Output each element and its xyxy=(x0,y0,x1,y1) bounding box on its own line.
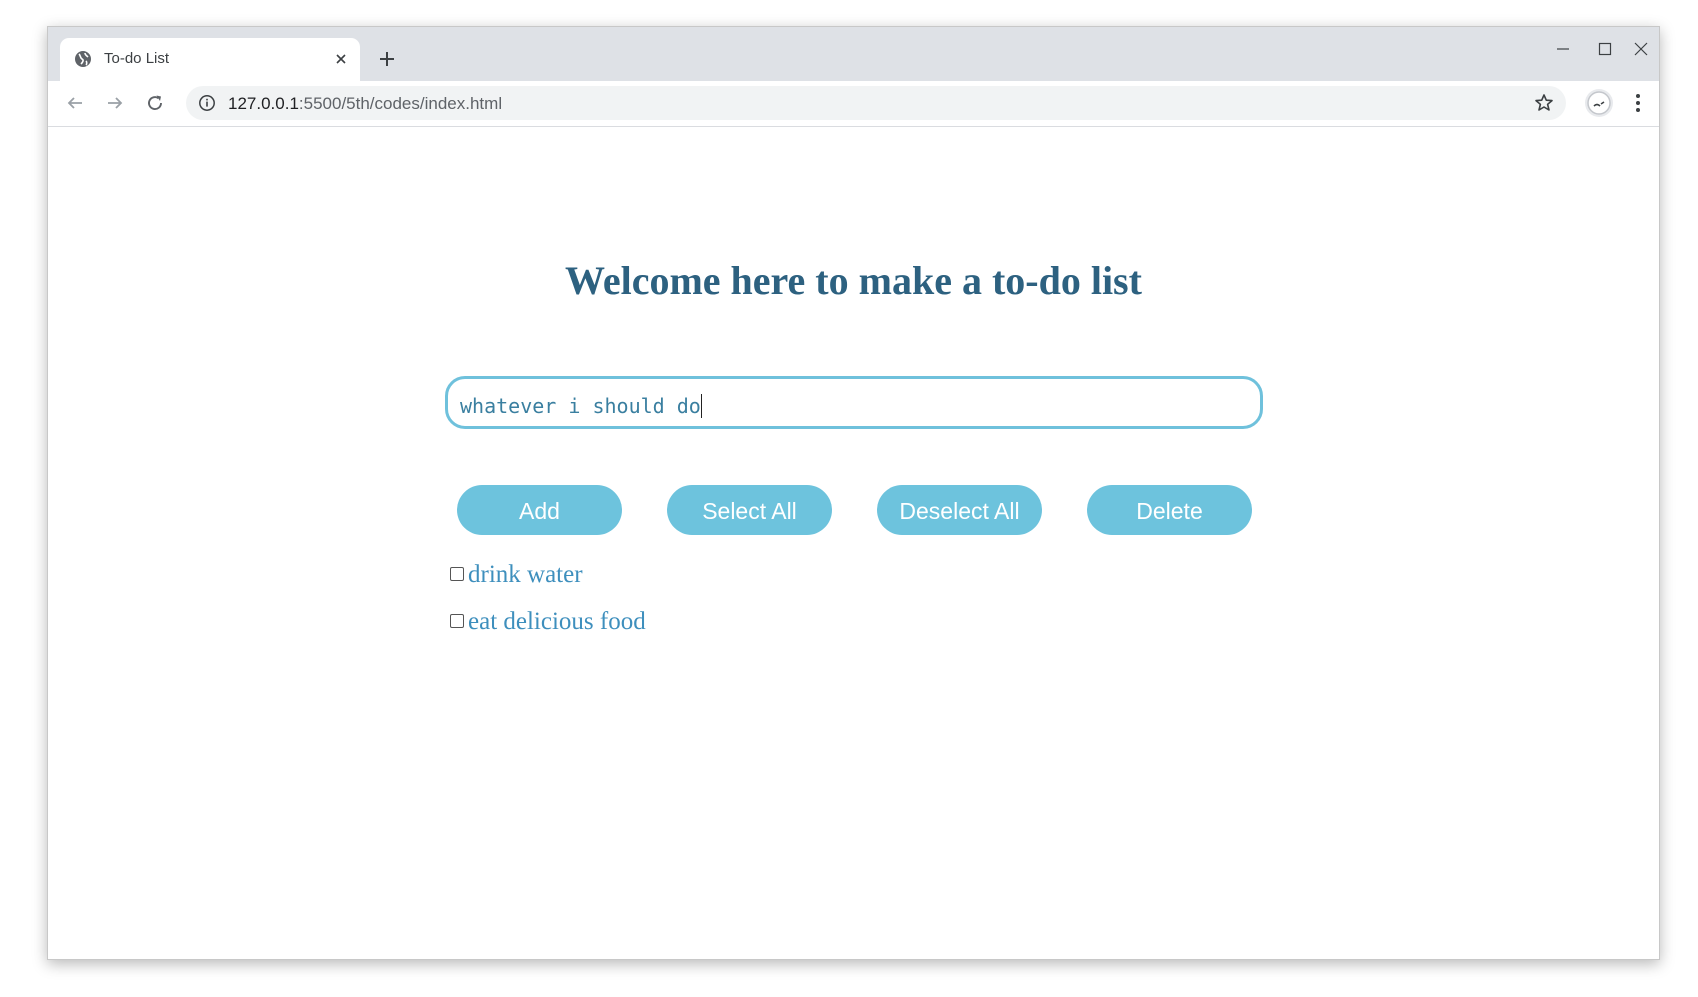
deselect-all-button[interactable]: Deselect All xyxy=(877,485,1042,535)
browser-window: To-do List 127.0.0.1:5500/5th/codes/inde… xyxy=(47,26,1660,960)
todo-checkbox[interactable] xyxy=(450,567,464,581)
url-path: :5500/5th/codes/index.html xyxy=(298,94,503,113)
select-all-button[interactable]: Select All xyxy=(667,485,832,535)
url-text: 127.0.0.1:5500/5th/codes/index.html xyxy=(228,94,502,113)
close-tab-icon[interactable] xyxy=(332,50,350,68)
globe-icon xyxy=(74,50,92,68)
todo-label: drink water xyxy=(468,561,583,588)
new-tab-icon[interactable] xyxy=(376,48,398,70)
delete-button[interactable]: Delete xyxy=(1087,485,1252,535)
close-window-icon[interactable] xyxy=(1626,37,1656,61)
page-viewport: Welcome here to make a to-do list whatev… xyxy=(48,127,1659,959)
info-icon[interactable] xyxy=(198,94,216,112)
browser-toolbar: 127.0.0.1:5500/5th/codes/index.html xyxy=(48,81,1659,127)
todo-input[interactable]: whatever i should do xyxy=(445,376,1263,429)
tab-strip: To-do List xyxy=(48,27,1659,81)
todo-label: eat delicious food xyxy=(468,608,646,635)
page-title: Welcome here to make a to-do list xyxy=(565,258,1142,303)
text-caret xyxy=(700,394,702,418)
todo-input-value: whatever i should do xyxy=(460,394,701,418)
maximize-icon[interactable] xyxy=(1590,37,1620,61)
add-button[interactable]: Add xyxy=(457,485,622,535)
tab-title: To-do List xyxy=(104,50,170,67)
screen: To-do List 127.0.0.1:5500/5th/codes/inde… xyxy=(0,0,1698,997)
resize-handle-icon[interactable] xyxy=(1249,415,1257,423)
profile-avatar-icon[interactable] xyxy=(1585,89,1613,117)
bookmark-star-icon[interactable] xyxy=(1534,93,1554,113)
minimize-icon[interactable] xyxy=(1548,37,1578,61)
more-menu-icon[interactable] xyxy=(1626,91,1650,115)
forward-arrow-icon[interactable] xyxy=(100,88,130,118)
url-host: 127.0.0.1 xyxy=(228,94,299,113)
address-bar[interactable]: 127.0.0.1:5500/5th/codes/index.html xyxy=(186,86,1566,120)
reload-icon[interactable] xyxy=(140,88,170,118)
todo-checkbox[interactable] xyxy=(450,614,464,628)
back-arrow-icon[interactable] xyxy=(60,88,90,118)
tab-todo-list[interactable]: To-do List xyxy=(60,38,360,81)
